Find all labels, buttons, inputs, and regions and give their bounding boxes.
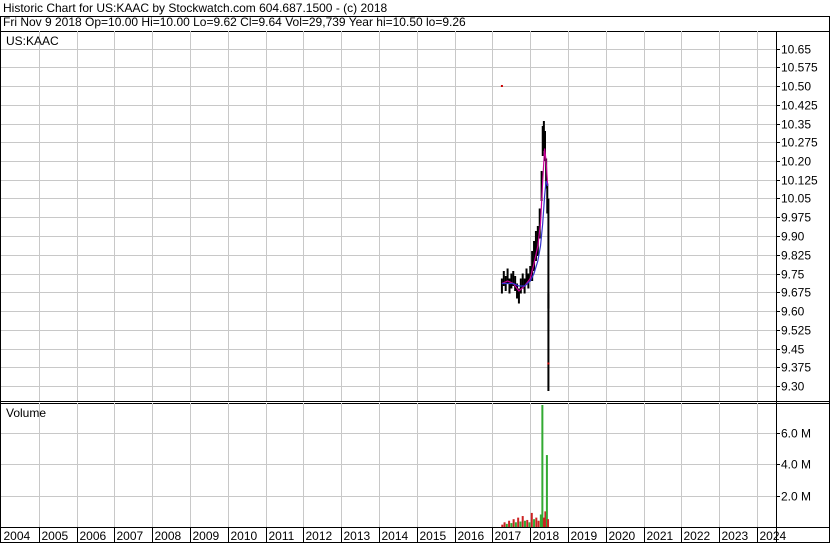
- xaxis-tick-label: 2015: [420, 529, 447, 543]
- volume-tick-label: 6.0 M: [781, 427, 811, 441]
- price-tick-label: 10.65: [781, 43, 811, 57]
- xaxis-tick-label: 2016: [458, 529, 485, 543]
- xaxis-tick-label: 2020: [609, 529, 636, 543]
- volume-bar: [512, 519, 515, 527]
- xaxis-tick-label: 2012: [306, 529, 333, 543]
- price-tick-label: 10.50: [781, 80, 811, 94]
- xaxis-tick-label: 2017: [495, 529, 522, 543]
- xaxis-tick-label: 2019: [571, 529, 598, 543]
- xaxis-tick-label: 2014: [382, 529, 409, 543]
- volume-tick-label: 2.0 M: [781, 490, 811, 504]
- xaxis-tick-label: 2004: [4, 529, 31, 543]
- price-tick-label: 9.45: [781, 343, 805, 357]
- xaxis-tick-label: 2013: [344, 529, 371, 543]
- xaxis-tick-label: 2021: [647, 529, 674, 543]
- price-tick-label: 9.30: [781, 380, 805, 394]
- price-tick-label: 10.20: [781, 155, 811, 169]
- volume-panel-title: Volume: [6, 406, 46, 420]
- price-outlier-point: [547, 362, 550, 365]
- xaxis-tick-label: 2008: [155, 529, 182, 543]
- price-tick-label: 9.525: [781, 324, 811, 338]
- volume-bar: [526, 519, 529, 527]
- price-panel-title: US:KAAC: [6, 34, 59, 48]
- volume-tick-label: 4.0 M: [781, 458, 811, 472]
- price-tick-label: 9.90: [781, 230, 805, 244]
- price-outlier-point: [500, 85, 503, 87]
- price-tick-label: 10.125: [781, 174, 818, 188]
- stock-chart: 2004 2005 2006 2007 2008 2009 2010 2011 2012 2013…: [0, 16, 830, 543]
- volume-bar: [535, 517, 538, 527]
- price-tick-label: 9.75: [781, 268, 805, 282]
- volume-bar: [508, 520, 511, 527]
- xaxis-tick-label: 2010: [231, 529, 258, 543]
- price-tick-label: 9.375: [781, 361, 811, 375]
- volume-bar: [503, 522, 506, 527]
- xaxis-tick-label: 2006: [80, 529, 107, 543]
- volume-bar: [514, 522, 517, 527]
- price-tick-label: 9.60: [781, 305, 805, 319]
- volume-bar: [517, 517, 520, 527]
- volume-bar: [537, 520, 540, 527]
- xaxis-tick-label: 2007: [117, 529, 144, 543]
- volume-bar: [523, 520, 526, 527]
- volume-bar: [541, 405, 544, 527]
- xaxis-tick-label: 2022: [684, 529, 711, 543]
- price-tick-label: 10.275: [781, 136, 818, 150]
- moving-average-short: [501, 148, 549, 292]
- volume-bar: [533, 519, 536, 527]
- volume-bar: [519, 521, 522, 527]
- volume-bar: [501, 524, 504, 527]
- price-tick-label: 10.05: [781, 192, 811, 206]
- volume-bar: [521, 516, 524, 527]
- volume-bar: [547, 519, 550, 527]
- price-tick-label: 10.575: [781, 61, 818, 75]
- xaxis-tick-label: 2023: [722, 529, 749, 543]
- volume-bar: [530, 512, 533, 527]
- xaxis-tick-label: 2005: [42, 529, 69, 543]
- price-tick-label: 10.425: [781, 99, 818, 113]
- price-tick-label: 9.825: [781, 249, 811, 263]
- volume-bar: [505, 523, 508, 527]
- xaxis-tick-label: 2009: [193, 529, 220, 543]
- xaxis-tick-label: 2011: [269, 529, 295, 543]
- xaxis-tick-label: 2024: [760, 529, 787, 543]
- xaxis-tick-label: 2018: [533, 529, 560, 543]
- chart-frame: [0, 16, 830, 543]
- price-tick-label: 9.675: [781, 286, 811, 300]
- volume-bar: [528, 522, 531, 527]
- volume-bar: [545, 455, 548, 527]
- price-tick-label: 9.975: [781, 211, 811, 225]
- volume-bar: [510, 523, 513, 527]
- price-tick-label: 10.35: [781, 118, 811, 132]
